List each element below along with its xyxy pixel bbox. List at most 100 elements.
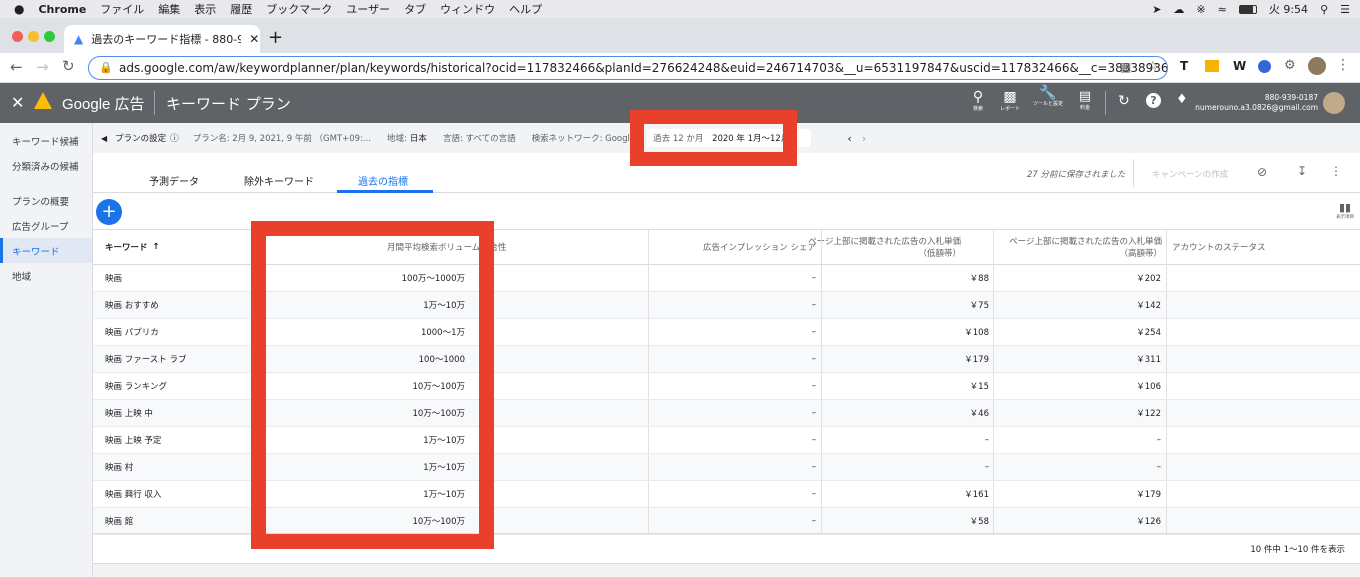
- account-info[interactable]: 880-939-0187 numerouno.a3.0826@gmail.com: [1195, 93, 1318, 113]
- menu-history[interactable]: 履歴: [230, 1, 252, 17]
- chrome-menu-icon[interactable]: ⋮: [1336, 57, 1350, 73]
- refresh-icon[interactable]: ↻: [1118, 93, 1130, 109]
- column-divider: [993, 454, 994, 480]
- next-period-icon[interactable]: ›: [862, 132, 866, 145]
- header-divider-2: [1105, 91, 1106, 115]
- cell-keyword: 映画 おすすめ: [105, 301, 159, 311]
- apple-icon[interactable]: ●: [14, 2, 24, 16]
- close-window-icon[interactable]: [12, 31, 23, 42]
- header-billing-button[interactable]: ▤ 料金: [1072, 89, 1098, 111]
- header-reports-button[interactable]: ▩ レポート: [996, 89, 1024, 112]
- region-value[interactable]: 日本: [410, 132, 427, 144]
- menu-help[interactable]: ヘルプ: [509, 1, 542, 17]
- header-bid-low[interactable]: ページ上部に掲載された広告の入札単価 （低額帯）: [808, 230, 961, 264]
- browser-tab[interactable]: ▲ 過去のキーワード指標 - 880-939 ✕: [64, 25, 260, 53]
- bluetooth-icon[interactable]: ※: [1196, 3, 1205, 16]
- help-icon[interactable]: ?: [1146, 93, 1161, 108]
- menu-view[interactable]: 表示: [194, 1, 216, 17]
- avatar[interactable]: [1323, 92, 1345, 114]
- sidebar-item-locations[interactable]: 地域: [0, 263, 92, 288]
- page-title: キーワード プラン: [166, 95, 291, 113]
- maximize-window-icon[interactable]: [44, 31, 55, 42]
- sidebar-item-plan-overview[interactable]: プランの概要: [0, 188, 92, 213]
- unlink-icon[interactable]: ⊘: [1257, 165, 1267, 179]
- column-divider: [993, 230, 994, 264]
- notifications-bell-icon[interactable]: ♦: [1176, 92, 1188, 107]
- url-text: ads.google.com/aw/keywordplanner/plan/ke…: [119, 61, 1168, 75]
- extension-circle-icon[interactable]: [1258, 60, 1271, 73]
- header-label: ページ上部に掲載された広告の入札単価: [1009, 237, 1162, 247]
- minimize-window-icon[interactable]: [28, 31, 39, 42]
- menu-users[interactable]: ユーザー: [346, 1, 390, 17]
- forward-icon[interactable]: →: [36, 58, 49, 76]
- plan-settings-label[interactable]: プランの設定: [115, 132, 166, 144]
- plan-name[interactable]: プラン名: 2月 9, 2021, 9 午前 （GMT+09:...: [193, 132, 371, 144]
- extension-grid-icon[interactable]: [1205, 60, 1219, 72]
- sidebar-item-label: キーワード候補: [12, 136, 79, 148]
- back-icon[interactable]: ←: [10, 58, 23, 76]
- sidebar-item-keywords[interactable]: キーワード: [0, 238, 92, 263]
- active-tab-indicator: [337, 190, 433, 193]
- bookmark-star-icon[interactable]: ☆: [1147, 59, 1159, 74]
- tab-close-icon[interactable]: ✕: [249, 32, 259, 46]
- control-center-icon[interactable]: ☰: [1340, 3, 1350, 16]
- cell-bid-low: ￥75: [969, 301, 989, 311]
- reload-icon[interactable]: ↻: [62, 57, 75, 75]
- menu-tab[interactable]: タブ: [404, 1, 426, 17]
- extensions-puzzle-icon[interactable]: ⚙: [1284, 58, 1296, 73]
- menu-edit[interactable]: 編集: [158, 1, 180, 17]
- card-icon: ▤: [1078, 89, 1092, 104]
- tab-negative-keywords[interactable]: 除外キーワード: [244, 173, 314, 188]
- rocket-icon[interactable]: ➤: [1152, 3, 1161, 16]
- add-keyword-button[interactable]: +: [96, 199, 122, 225]
- menu-bookmarks[interactable]: ブックマーク: [266, 1, 332, 17]
- header-impression-share[interactable]: 広告インプレッション シェア: [703, 230, 816, 264]
- columns-button[interactable]: ▮▮ 表示項目: [1336, 201, 1354, 220]
- language-setting[interactable]: 言語: すべての言語: [443, 132, 516, 144]
- sidebar-item-ad-groups[interactable]: 広告グループ: [0, 213, 92, 238]
- header-keyword[interactable]: キーワード ↑: [105, 230, 160, 264]
- column-divider: [993, 508, 994, 534]
- header-search-button[interactable]: ⚲ 検索: [966, 89, 990, 112]
- menu-window[interactable]: ウィンドウ: [440, 1, 495, 17]
- qr-code-icon[interactable]: ▦: [1120, 60, 1131, 74]
- url-bar[interactable]: 🔒 ads.google.com/aw/keywordplanner/plan/…: [88, 56, 1168, 80]
- more-options-icon[interactable]: ⋮: [1330, 164, 1342, 178]
- header-label: ページ上部に掲載された広告の入札単価: [808, 237, 961, 247]
- info-icon[interactable]: ⓘ: [170, 132, 179, 144]
- cell-keyword: 映画 館: [105, 517, 134, 527]
- column-divider: [993, 292, 994, 318]
- menu-file[interactable]: ファイル: [100, 1, 144, 17]
- column-divider: [648, 400, 649, 426]
- sidebar-item-grouped-ideas[interactable]: 分類済みの候補: [0, 153, 92, 178]
- cloud-icon[interactable]: ☁: [1173, 3, 1184, 16]
- battery-icon[interactable]: [1238, 4, 1257, 14]
- tab-forecast[interactable]: 予測データ: [149, 173, 199, 188]
- create-campaign-button[interactable]: キャンペーンの作成: [1152, 168, 1228, 180]
- menu-app-name[interactable]: Chrome: [38, 3, 86, 16]
- header-account-status[interactable]: アカウントのステータス: [1172, 230, 1266, 264]
- sidebar-item-keyword-ideas[interactable]: キーワード候補: [0, 128, 92, 153]
- wifi-icon[interactable]: ≈: [1218, 3, 1227, 16]
- prev-period-icon[interactable]: ‹: [847, 132, 851, 145]
- extension-t-icon[interactable]: T: [1180, 59, 1188, 73]
- close-icon[interactable]: ✕: [11, 93, 24, 112]
- download-icon[interactable]: ↧: [1297, 164, 1307, 178]
- sidebar-item-label: 地域: [12, 271, 32, 283]
- tab-label: 過去の指標: [358, 177, 408, 188]
- collapse-arrow-icon[interactable]: ◀: [101, 134, 107, 143]
- tab-historical-metrics[interactable]: 過去の指標: [358, 173, 408, 188]
- account-id: 880-939-0187: [1264, 93, 1318, 102]
- saved-status: 27 分前に保存されました: [1027, 170, 1126, 180]
- region-label[interactable]: 地域:: [387, 132, 407, 144]
- header-bid-high[interactable]: ページ上部に掲載された広告の入札単価 （高額帯）: [994, 230, 1162, 264]
- new-tab-icon[interactable]: +: [268, 27, 283, 48]
- extension-w-icon[interactable]: W: [1233, 59, 1246, 73]
- column-divider: [1166, 265, 1167, 291]
- clock[interactable]: 火 9:54: [1269, 1, 1308, 17]
- profile-avatar[interactable]: [1308, 57, 1326, 75]
- header-tools-button[interactable]: 🔧 ツールと設定: [1032, 85, 1064, 107]
- search-icon[interactable]: ⚲: [1320, 3, 1328, 16]
- column-divider: [993, 481, 994, 507]
- network-setting[interactable]: 検索ネットワーク: Google: [532, 132, 636, 144]
